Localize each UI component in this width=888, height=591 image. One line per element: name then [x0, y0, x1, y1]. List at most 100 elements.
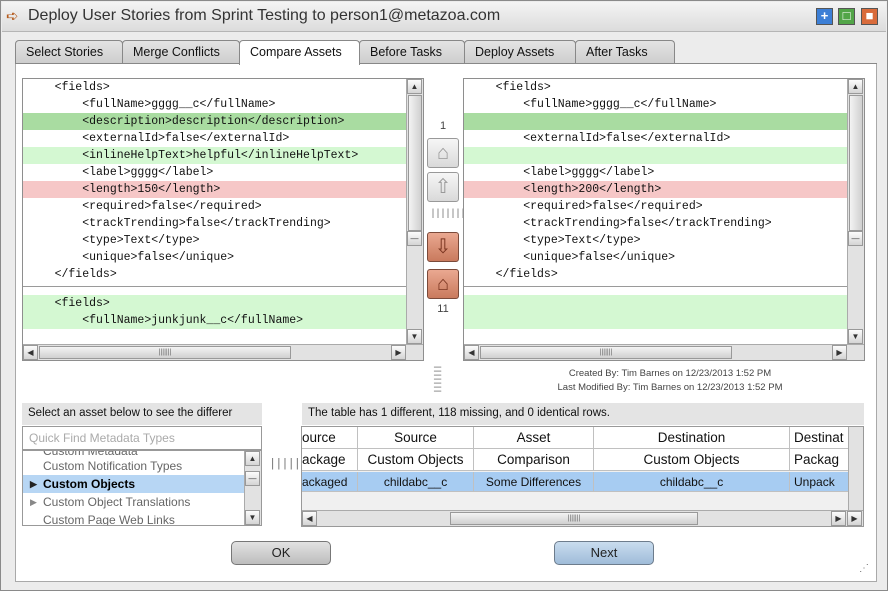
expand-triangle-icon[interactable]: ▶	[30, 475, 37, 493]
destination-code-pane[interactable]: <fields> <fullName>gggg__c</fullName> <e…	[463, 78, 865, 361]
window-title: Deploy User Stories from Sprint Testing …	[28, 7, 501, 24]
scroll-left-icon[interactable]: ◀	[23, 345, 38, 360]
code-line: <required>false</required>	[468, 200, 703, 213]
table-cell[interactable]: Unpack	[790, 472, 850, 492]
scroll-right-icon[interactable]: ▶	[832, 345, 847, 360]
tab-before-tasks[interactable]: Before Tasks	[359, 40, 465, 64]
source-vertical-scrollbar[interactable]: ▲ — ▼	[406, 79, 423, 345]
source-code-text: <fields> <fullName>gggg__c</fullName> <d…	[23, 79, 407, 345]
last-diff-button[interactable]: ⌂	[427, 269, 459, 299]
tab-merge-conflicts[interactable]: Merge Conflicts	[122, 40, 240, 64]
column-header[interactable]: Destination	[594, 427, 790, 449]
scroll-left-icon[interactable]: ◀	[464, 345, 479, 360]
code-line: <fullName>gggg__c</fullName>	[27, 98, 276, 111]
vertical-splitter-grip[interactable]: |||||||	[430, 209, 466, 220]
scroll-left-icon[interactable]: ◀	[302, 511, 317, 526]
list-item[interactable]: Custom Page Web Links	[23, 511, 245, 525]
destination-horizontal-scrollbar[interactable]: ◀ ||||||| ▶	[464, 344, 864, 360]
code-line: <type>Text</type>	[27, 234, 200, 247]
tab-select-stories[interactable]: Select Stories	[15, 40, 123, 64]
scroll-thumb[interactable]	[849, 95, 863, 231]
maximize-icon[interactable]: □	[838, 8, 855, 25]
collapse-icon[interactable]: —	[245, 471, 260, 486]
tab-bar: Select Stories Merge Conflicts Compare A…	[15, 40, 885, 65]
list-item-label: Custom Objects	[43, 477, 136, 491]
source-horizontal-scrollbar[interactable]: ◀ ||||||| ▶	[23, 344, 423, 360]
code-line: <trackTrending>false</trackTrending>	[468, 217, 772, 230]
scroll-thumb[interactable]: |||||||	[450, 512, 698, 525]
deploy-arrow-icon: ➪	[6, 8, 19, 25]
quick-find-input[interactable]: Quick Find Metadata Types	[22, 426, 262, 450]
scroll-up-icon[interactable]: ▲	[848, 79, 863, 94]
scroll-down-icon[interactable]: ▼	[848, 329, 863, 344]
scroll-up-icon[interactable]: ▲	[407, 79, 422, 94]
comparison-table[interactable]: ource Source Asset Destination Destinat …	[301, 426, 864, 527]
code-line: <inlineHelpText>helpful</inlineHelpText>	[23, 147, 407, 164]
column-header[interactable]: Source	[358, 427, 474, 449]
list-item[interactable]: Custom Notification Types	[23, 457, 245, 475]
code-line: <fields>	[27, 81, 110, 94]
table-cell[interactable]: childabc__c	[358, 472, 474, 492]
column-header[interactable]: Asset	[474, 427, 594, 449]
tab-after-tasks[interactable]: After Tasks	[575, 40, 675, 64]
code-line: </fields>	[468, 268, 558, 281]
scroll-thumb[interactable]: |||||||	[39, 346, 291, 359]
previous-diff-button[interactable]: ⇧	[427, 172, 459, 202]
diff-current-index: 1	[439, 120, 447, 132]
collapse-icon[interactable]: —	[848, 231, 863, 246]
next-button[interactable]: Next	[554, 541, 654, 565]
source-code-pane[interactable]: <fields> <fullName>gggg__c</fullName> <d…	[22, 78, 424, 361]
table-vertical-scrollbar[interactable]	[848, 427, 863, 511]
scroll-thumb[interactable]	[408, 95, 422, 231]
column-header[interactable]: ource	[302, 427, 358, 449]
table-cell[interactable]: Some Differences	[474, 472, 594, 492]
next-diff-button[interactable]: ⇩	[427, 232, 459, 262]
table-cell[interactable]: ackaged	[302, 472, 358, 492]
column-header[interactable]: Destinat	[790, 427, 850, 449]
code-line: <unique>false</unique>	[27, 251, 235, 264]
column-subheader: Comparison	[474, 449, 594, 471]
code-line: <trackTrending>false</trackTrending>	[27, 217, 331, 230]
code-line: <length>200</length>	[464, 181, 848, 198]
column-subheader: ackage	[302, 449, 358, 471]
list-vertical-scrollbar[interactable]: ▲ — ▼	[244, 451, 261, 525]
table-horizontal-scrollbar[interactable]: ◀ ||||||| ▶ ▶	[302, 510, 863, 526]
tab-compare-assets[interactable]: Compare Assets	[239, 40, 360, 65]
collapse-icon[interactable]: —	[407, 231, 422, 246]
code-line: <required>false</required>	[27, 200, 262, 213]
tab-deploy-assets[interactable]: Deploy Assets	[464, 40, 576, 64]
code-line	[464, 147, 848, 164]
scroll-right-icon[interactable]: ▶	[831, 511, 846, 526]
scroll-down-icon[interactable]: ▼	[407, 329, 422, 344]
diff-total-count: 11	[437, 303, 449, 315]
scroll-up-icon[interactable]: ▲	[245, 451, 260, 466]
ok-button[interactable]: OK	[231, 541, 331, 565]
resize-grip-icon[interactable]: ⋰	[859, 563, 869, 574]
code-line: <fullName>gggg__c</fullName>	[468, 98, 717, 111]
list-item-label: Custom Object Translations	[43, 495, 191, 509]
scroll-down-icon[interactable]: ▼	[245, 510, 260, 525]
column-subheader: Custom Objects	[594, 449, 790, 471]
horizontal-splitter-grip[interactable]: ― ― ― ― ― ― ―	[434, 361, 441, 397]
scroll-right-icon[interactable]: ▶	[391, 345, 406, 360]
metadata-type-list[interactable]: Custom Metadata Custom Notification Type…	[22, 450, 262, 526]
list-item[interactable]: ▶ Custom Object Translations	[23, 493, 245, 511]
list-item-selected[interactable]: ▶ Custom Objects	[23, 475, 245, 493]
code-line	[464, 295, 848, 312]
close-icon[interactable]: ■	[861, 8, 878, 25]
code-line: <fullName>junkjunk__c</fullName>	[23, 312, 407, 329]
scroll-end-icon[interactable]: ▶	[847, 511, 862, 526]
code-line	[464, 113, 848, 130]
arrow-down-icon: ⇩	[434, 236, 452, 258]
scroll-thumb[interactable]: |||||||	[480, 346, 732, 359]
table-cell[interactable]: childabc__c	[594, 472, 790, 492]
first-diff-button[interactable]: ⌂	[427, 138, 459, 168]
asset-hint: Select an asset below to see the differe…	[22, 403, 262, 425]
title-bar[interactable]: ➪ Deploy User Stories from Sprint Testin…	[2, 2, 886, 32]
expand-triangle-icon[interactable]: ▶	[30, 493, 37, 511]
modified-by-text: Last Modified By: Tim Barnes on 12/23/20…	[557, 382, 783, 393]
destination-vertical-scrollbar[interactable]: ▲ — ▼	[847, 79, 864, 345]
plus-icon[interactable]: +	[816, 8, 833, 25]
end-icon: ⌂	[436, 273, 450, 295]
code-line: <type>Text</type>	[468, 234, 641, 247]
